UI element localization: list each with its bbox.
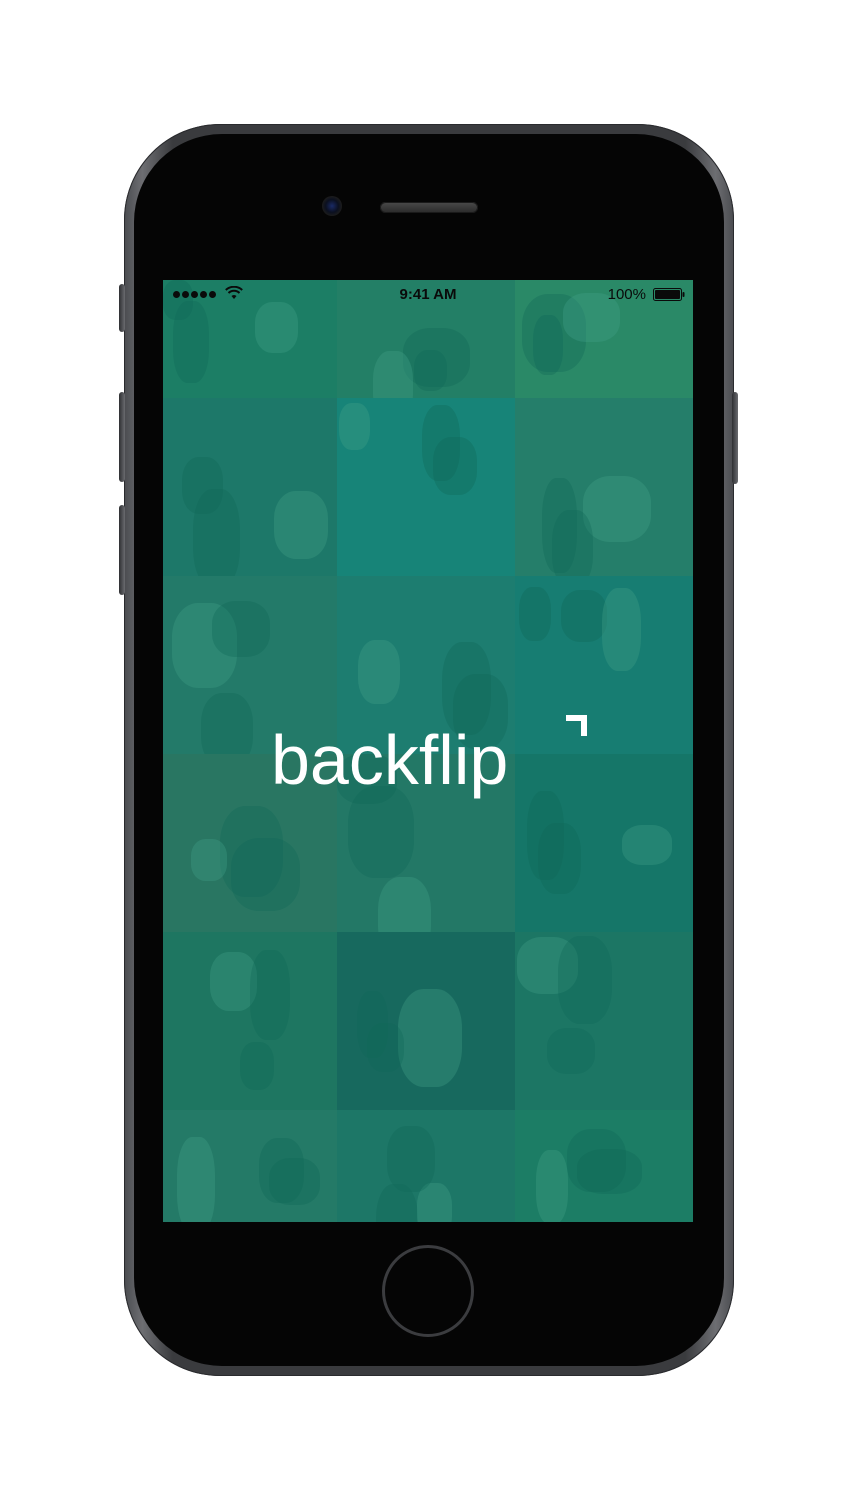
battery-icon: [653, 288, 685, 301]
backflip-logo: backflip: [271, 715, 587, 799]
mute-switch: [119, 284, 125, 332]
logo-corner-mark: [566, 715, 587, 736]
logo-wordmark: backflip: [271, 721, 508, 799]
splash-screen: 9:41 AM 100% backflip: [163, 280, 693, 1222]
front-camera: [322, 196, 342, 216]
earpiece-speaker: [380, 202, 478, 213]
status-bar: 9:41 AM 100%: [163, 280, 693, 310]
volume-up-button: [119, 392, 125, 482]
home-button[interactable]: [382, 1245, 474, 1337]
power-button: [732, 392, 738, 484]
battery-percentage: 100%: [607, 286, 646, 303]
volume-down-button: [119, 505, 125, 595]
mockup-stage: 9:41 AM 100% backflip: [0, 0, 857, 1500]
